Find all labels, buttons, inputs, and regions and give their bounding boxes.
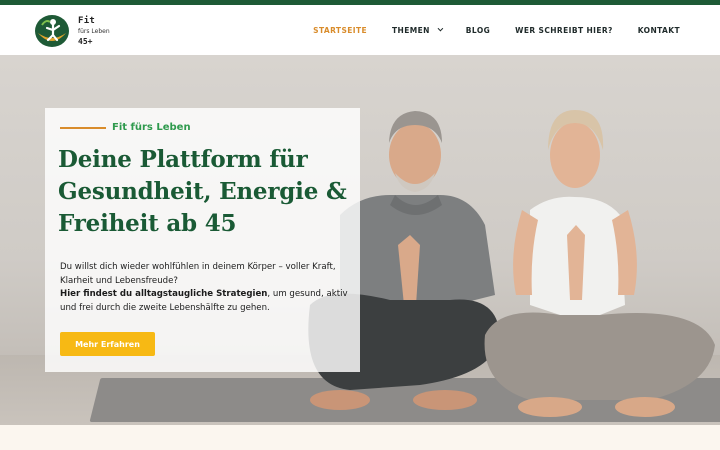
chevron-down-icon	[437, 25, 444, 32]
nav-item-blog[interactable]: BLOG	[453, 26, 502, 35]
logo-line-2: fürs Leben	[78, 27, 110, 35]
next-section-strip	[0, 425, 720, 450]
site-header: Fit fürs Leben 45+ STARTSEITE THEMEN BLO…	[0, 5, 720, 55]
nav-item-themen[interactable]: THEMEN	[380, 26, 454, 35]
hero-card: Fit fürs Leben Deine Plattform für Gesun…	[45, 108, 360, 372]
nav-item-wer-schreibt-hier[interactable]: WER SCHREIBT HIER?	[503, 26, 626, 35]
hero-body-text: Du willst dich wieder wohlfühlen in dein…	[60, 261, 350, 315]
logo-line-1: Fit	[78, 15, 96, 26]
woman-figure	[484, 110, 715, 417]
logo-emblem-icon	[34, 13, 72, 49]
eyebrow-divider	[60, 126, 106, 129]
hero-eyebrow: Fit fürs Leben	[60, 122, 191, 133]
site-logo[interactable]: Fit fürs Leben 45+	[34, 12, 114, 50]
hero-headline: Deine Plattform für Gesundheit, Energie …	[58, 146, 347, 237]
mehr-erfahren-button[interactable]: Mehr Erfahren	[60, 332, 155, 356]
nav-item-kontakt[interactable]: KONTAKT	[625, 26, 680, 35]
hero-section: Fit fürs Leben Deine Plattform für Gesun…	[0, 55, 720, 425]
hero-body-bold: Hier findest du alltagstaugliche Strateg…	[60, 289, 268, 299]
logo-line-3: 45+	[78, 36, 93, 46]
logo-wordmark: Fit fürs Leben 45+	[78, 15, 110, 46]
main-navigation: STARTSEITE THEMEN BLOG WER SCHREIBT HIER…	[301, 5, 680, 55]
hero-body-line-1: Du willst dich wieder wohlfühlen in dein…	[60, 262, 336, 286]
nav-item-startseite[interactable]: STARTSEITE	[301, 26, 380, 35]
nav-item-themen-label: THEMEN	[392, 25, 430, 35]
hero-eyebrow-text: Fit fürs Leben	[112, 122, 191, 133]
